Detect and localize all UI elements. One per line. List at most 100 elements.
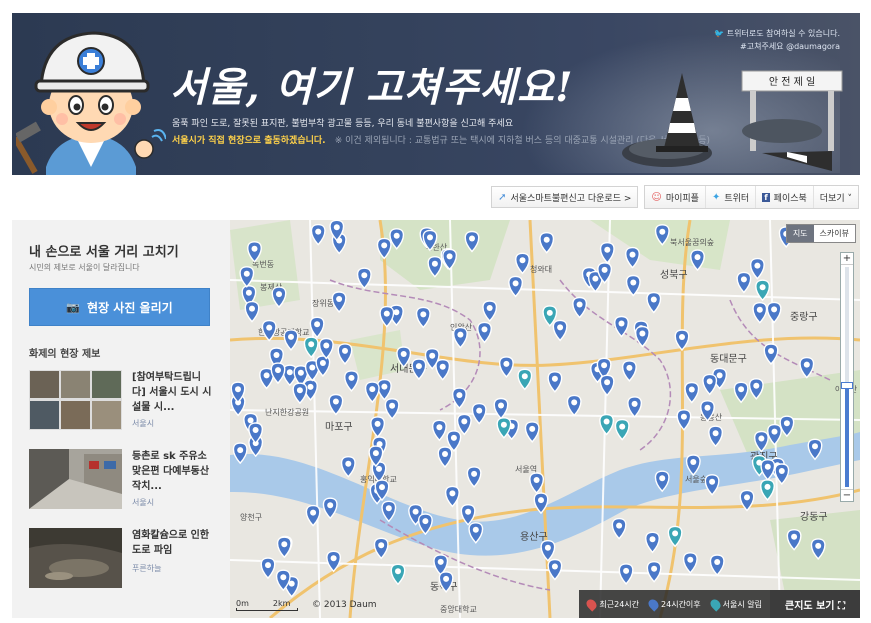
report-marker-icon[interactable] (415, 306, 431, 329)
report-marker-icon[interactable] (704, 474, 720, 496)
report-thumbnail[interactable] (29, 449, 122, 509)
report-marker-icon[interactable] (515, 252, 530, 275)
report-marker-icon[interactable] (270, 362, 286, 385)
report-marker-icon[interactable] (618, 563, 634, 585)
notice-marker-icon[interactable] (614, 418, 630, 441)
report-marker-icon[interactable] (682, 552, 698, 574)
report-marker-icon[interactable] (702, 373, 718, 396)
report-thumbnail[interactable] (29, 528, 122, 588)
zoom-out-button[interactable]: − (841, 489, 853, 501)
zoom-slider-handle[interactable] (841, 382, 853, 389)
report-item[interactable]: 염화칼슘으로 인한 도로 파임 푸른하늘 (29, 528, 214, 590)
report-marker-icon[interactable] (547, 371, 563, 393)
report-marker-icon[interactable] (547, 558, 563, 581)
more-share-button[interactable]: 더보기 ˅ (813, 186, 858, 208)
report-marker-icon[interactable] (498, 356, 514, 378)
notice-marker-icon[interactable] (667, 525, 683, 548)
report-marker-icon[interactable] (244, 300, 260, 323)
report-marker-icon[interactable] (676, 409, 692, 431)
report-thumbnail[interactable] (29, 370, 122, 430)
download-app-button[interactable]: ➚ 서울스마트불편신고 다운로드 > (491, 186, 639, 208)
report-marker-icon[interactable] (539, 232, 555, 254)
report-marker-icon[interactable] (766, 301, 782, 324)
report-marker-icon[interactable] (708, 425, 724, 448)
report-marker-icon[interactable] (322, 497, 338, 520)
report-marker-icon[interactable] (310, 223, 326, 246)
zoom-in-button[interactable]: + (841, 253, 853, 265)
notice-marker-icon[interactable] (760, 479, 775, 501)
report-marker-icon[interactable] (524, 421, 540, 443)
mypeople-icon: ☺ (651, 191, 662, 203)
report-marker-icon[interactable] (646, 291, 662, 314)
big-map-button[interactable]: 큰지도 보기 ⛶ (770, 590, 860, 618)
report-marker-icon[interactable] (379, 305, 395, 328)
report-marker-icon[interactable] (540, 540, 556, 562)
report-marker-icon[interactable] (611, 517, 627, 540)
map-type-toggle[interactable]: 지도 스카이뷰 (785, 224, 856, 243)
report-marker-icon[interactable] (627, 396, 643, 418)
report-marker-icon[interactable] (572, 296, 588, 319)
report-marker-icon[interactable] (566, 394, 582, 417)
report-marker-icon[interactable] (471, 402, 487, 425)
report-marker-icon[interactable] (508, 275, 524, 298)
report-marker-icon[interactable] (709, 554, 725, 577)
report-marker-icon[interactable] (344, 370, 359, 392)
report-marker-icon[interactable] (625, 246, 640, 269)
report-marker-icon[interactable] (482, 300, 498, 323)
report-marker-icon[interactable] (466, 466, 482, 488)
report-title[interactable]: 염화칼슘으로 인한 도로 파임 (132, 528, 214, 558)
report-marker-icon[interactable] (763, 343, 779, 366)
notice-marker-icon[interactable] (517, 368, 533, 391)
report-item[interactable]: [참여부탁드립니다] 서울시 도시 시설물 시... 서울시 (29, 370, 214, 432)
report-marker-icon[interactable] (452, 326, 468, 349)
report-marker-icon[interactable] (283, 329, 299, 351)
zoom-control[interactable]: + − (840, 252, 854, 502)
report-marker-icon[interactable] (411, 358, 427, 381)
report-marker-icon[interactable] (331, 291, 347, 314)
map-label: 중랑구 (790, 311, 818, 323)
report-item[interactable]: 등촌로 sk 주유소 맞은편 다예부동산 작치... 서울시 (29, 449, 214, 511)
twitter-share-button[interactable]: ✦ 트위터 (705, 186, 757, 208)
report-title[interactable]: 등촌로 sk 주유소 맞은편 다예부동산 작치... (132, 449, 214, 494)
report-marker-icon[interactable] (749, 257, 765, 280)
upload-photo-button[interactable]: 📷 현장 사진 올리기 (29, 288, 210, 326)
report-marker-icon[interactable] (621, 360, 637, 382)
notice-marker-icon[interactable] (599, 413, 615, 436)
report-title[interactable]: [참여부탁드립니다] 서울시 도시 시설물 시... (132, 370, 214, 415)
report-marker-icon[interactable] (752, 301, 768, 324)
map-view[interactable]: 녹번동 봉제산 장위동 북한산 한국항공대학교 서대문구 동대문구 마포구 홍익… (230, 220, 860, 618)
report-marker-icon[interactable] (437, 446, 453, 469)
facebook-share-button[interactable]: f 페이스북 (756, 186, 814, 208)
map-type-skyview[interactable]: 스카이뷰 (813, 225, 855, 242)
report-marker-icon[interactable] (456, 413, 472, 436)
map-base[interactable]: 녹번동 봉제산 장위동 북한산 한국항공대학교 서대문구 동대문구 마포구 홍익… (230, 220, 860, 618)
report-marker-icon[interactable] (634, 325, 650, 348)
report-marker-icon[interactable] (529, 472, 545, 495)
report-marker-icon[interactable] (276, 536, 292, 559)
report-marker-icon[interactable] (373, 537, 389, 560)
notice-marker-icon[interactable] (303, 336, 319, 359)
report-marker-icon[interactable] (684, 381, 700, 404)
report-marker-icon[interactable] (384, 398, 400, 420)
report-marker-icon[interactable] (599, 374, 615, 397)
report-marker-icon[interactable] (340, 455, 356, 478)
report-marker-icon[interactable] (477, 321, 492, 344)
scale-end: 2km (272, 599, 291, 608)
report-marker-icon[interactable] (292, 382, 308, 405)
mypeople-button[interactable]: ☺ 마이피플 (645, 186, 706, 208)
report-marker-icon[interactable] (646, 561, 662, 583)
report-marker-icon[interactable] (435, 358, 451, 381)
report-marker-icon[interactable] (645, 531, 660, 554)
report-marker-icon[interactable] (431, 419, 447, 442)
report-marker-icon[interactable] (674, 329, 690, 352)
notice-marker-icon[interactable] (390, 563, 406, 586)
report-marker-icon[interactable] (260, 557, 276, 580)
map-type-map[interactable]: 지도 (786, 225, 814, 242)
report-marker-icon[interactable] (599, 242, 615, 264)
report-marker-icon[interactable] (552, 319, 568, 342)
report-marker-icon[interactable] (337, 343, 353, 365)
twitter-participation[interactable]: 🐦 트위터로도 참여하실 수 있습니다. #고쳐주세요 @daumagora (714, 27, 840, 53)
report-marker-icon[interactable] (799, 356, 815, 379)
report-marker-icon[interactable] (736, 271, 752, 294)
report-marker-icon[interactable] (493, 397, 509, 420)
